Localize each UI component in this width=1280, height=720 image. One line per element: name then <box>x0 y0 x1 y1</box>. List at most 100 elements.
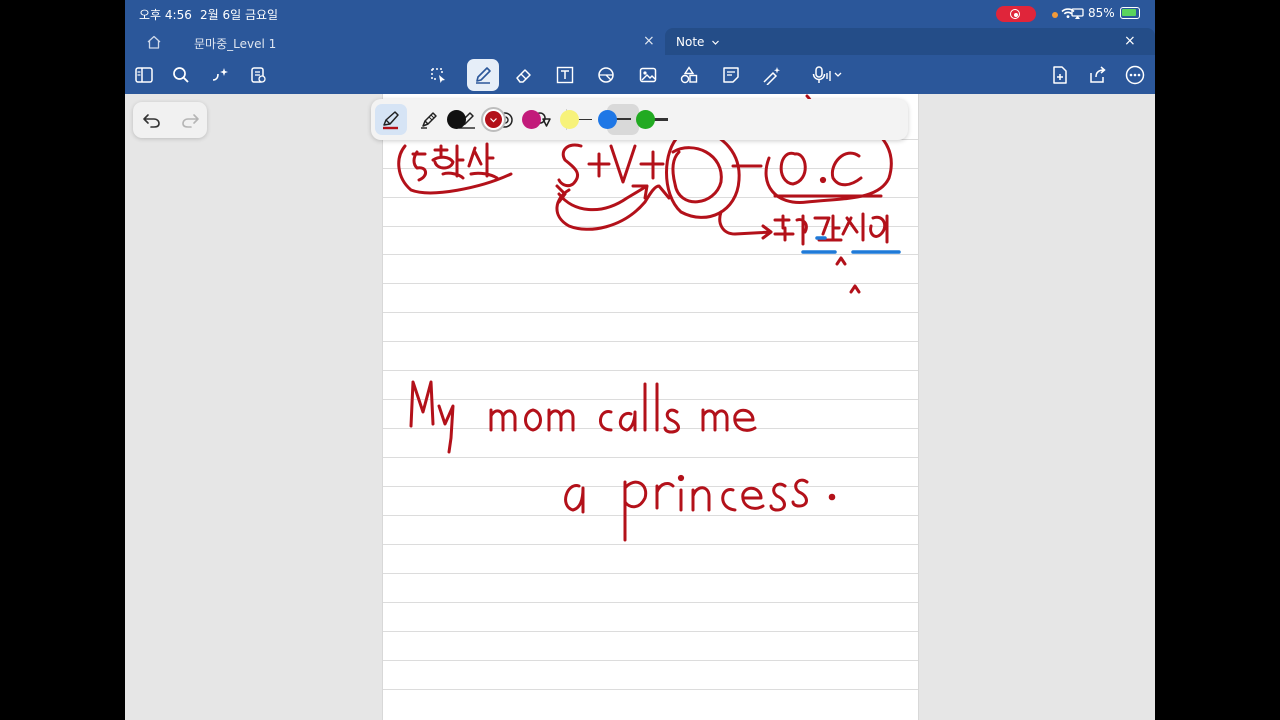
ink-stroke <box>411 150 427 182</box>
image-icon <box>639 67 657 83</box>
ink-stroke <box>618 410 637 432</box>
sidebar-icon <box>135 67 153 83</box>
ink-stroke <box>639 150 665 180</box>
ink-stroke <box>841 212 889 244</box>
pen-icon <box>383 110 399 129</box>
color-swatch-yellow[interactable] <box>560 110 579 129</box>
ink-stroke <box>557 143 583 188</box>
note-page[interactable] <box>382 94 919 720</box>
dictate-button[interactable] <box>808 61 850 89</box>
page-list-button[interactable] <box>244 61 272 89</box>
ink-stroke <box>701 408 729 432</box>
insert-shapes-button[interactable] <box>675 61 703 89</box>
ink-stroke <box>489 408 517 432</box>
ink-stroke <box>599 410 613 432</box>
share-icon <box>1090 66 1106 83</box>
color-swatch-blue[interactable] <box>598 110 617 129</box>
text-box-button[interactable] <box>551 61 579 89</box>
status-date: 2월 6일 금요일 <box>200 8 279 22</box>
add-page-button[interactable] <box>1046 61 1074 89</box>
ink-stroke <box>741 486 765 510</box>
pen-tool-option[interactable] <box>375 104 407 135</box>
textbox-icon <box>556 66 574 84</box>
ink-stroke <box>655 482 675 510</box>
ink-stroke <box>555 184 671 231</box>
tab-bar: 문마중_Level 1 × Note × <box>125 28 1155 55</box>
undo-icon <box>143 114 160 128</box>
ink-stroke <box>849 284 861 294</box>
status-bar: 오후 4:56 2월 6일 금요일 85% <box>125 0 1155 28</box>
ink-stroke <box>409 380 435 428</box>
ink-stroke <box>431 144 465 180</box>
tab-note[interactable]: Note × <box>665 28 1155 55</box>
ink-stroke <box>769 482 787 512</box>
sidebar-toggle-button[interactable] <box>130 61 158 89</box>
sticky-note-icon <box>723 67 739 83</box>
color-swatch-black[interactable] <box>447 110 466 129</box>
home-tab-button[interactable] <box>138 33 168 53</box>
undo-button[interactable] <box>139 108 165 132</box>
tab-level-1[interactable]: 문마중_Level 1 × <box>180 28 660 55</box>
ink-stroke <box>671 146 723 204</box>
drawing-shapes-button[interactable] <box>592 61 620 89</box>
highlighter-tool-option[interactable] <box>413 104 445 135</box>
ink-dot <box>819 176 827 184</box>
ink-stroke <box>557 184 649 212</box>
eraser-button[interactable] <box>510 61 538 89</box>
color-swatch-green[interactable] <box>636 110 655 129</box>
handwriting-ink[interactable] <box>383 94 918 720</box>
ink-stroke <box>609 144 637 184</box>
ink-dot <box>828 493 836 501</box>
ink-stroke <box>467 142 499 180</box>
chevron-down-icon[interactable] <box>711 38 720 47</box>
close-icon[interactable]: × <box>643 33 655 49</box>
shapes-icon <box>680 66 698 84</box>
more-icon <box>1125 65 1145 85</box>
ink-stroke <box>663 408 680 434</box>
close-icon[interactable]: × <box>1124 33 1136 49</box>
ink-stroke <box>665 130 741 219</box>
shape-icon <box>598 67 614 83</box>
laser-pointer-icon <box>763 67 780 85</box>
share-button[interactable] <box>1084 61 1112 89</box>
laser-pointer-button[interactable] <box>758 61 786 89</box>
ink-stroke <box>587 152 611 178</box>
sparkle-icon <box>212 68 228 81</box>
ipad-screen: 오후 4:56 2월 6일 금요일 85% 문마중_Level 1 × Note… <box>125 0 1155 720</box>
ink-stroke <box>524 408 542 432</box>
ink-dot <box>677 474 685 482</box>
redo-icon <box>182 114 199 128</box>
lasso-select-button[interactable] <box>424 61 452 89</box>
screen-mirroring-icon <box>1071 8 1084 19</box>
dictate-icon <box>812 66 842 83</box>
screen-recording-indicator[interactable] <box>996 6 1036 22</box>
ink-stroke <box>721 488 737 512</box>
pen-toolbar <box>371 99 908 140</box>
ink-stroke <box>779 151 807 186</box>
color-swatch-red[interactable] <box>485 111 502 128</box>
search-button[interactable] <box>167 61 195 89</box>
pen-icon <box>476 67 491 84</box>
ink-stroke <box>791 478 809 508</box>
sticky-note-button[interactable] <box>717 61 745 89</box>
chevron-down-icon <box>490 118 497 123</box>
microphone-in-use-dot <box>1052 12 1058 18</box>
ink-stroke <box>718 210 773 240</box>
color-swatch-magenta[interactable] <box>522 110 541 129</box>
record-icon <box>1010 9 1020 19</box>
page-list-icon <box>251 67 266 83</box>
ink-stroke <box>835 256 847 266</box>
pen-tool-button[interactable] <box>467 59 499 91</box>
insert-image-button[interactable] <box>634 61 662 89</box>
search-icon <box>173 67 189 83</box>
more-options-button[interactable] <box>1121 61 1149 89</box>
tab-note-label: Note <box>676 35 705 49</box>
battery-icon <box>1120 7 1140 19</box>
status-time: 오후 4:56 <box>139 8 192 22</box>
ink-stroke <box>830 151 863 187</box>
ink-stroke <box>437 404 455 454</box>
undo-redo-panel <box>133 102 207 138</box>
copilot-button[interactable] <box>206 61 234 89</box>
tab-level-1-label: 문마중_Level 1 <box>194 37 277 51</box>
redo-button[interactable] <box>177 108 203 132</box>
